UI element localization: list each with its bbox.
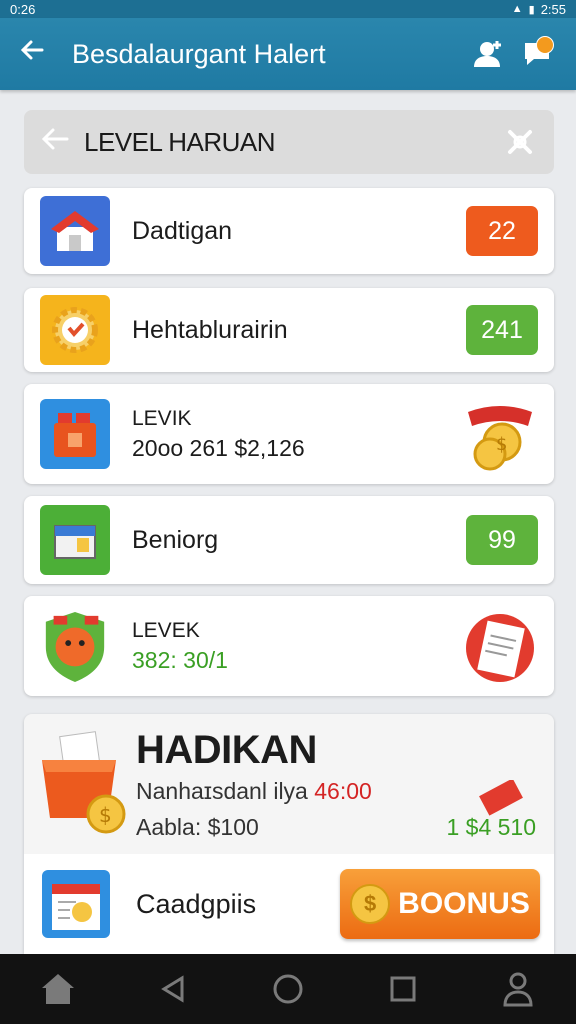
bonus-row: Caadgpiis $ BOONUS	[24, 854, 554, 954]
status-icons: ▲ ▮ 2:55	[512, 2, 566, 17]
ticket-icon	[476, 778, 526, 816]
status-bar: 0:26 ▲ ▮ 2:55	[0, 0, 576, 18]
notification-badge	[536, 36, 554, 54]
back-button[interactable]	[143, 959, 203, 1019]
add-user-icon	[474, 41, 501, 67]
promo-amount: Aabla: $100	[136, 814, 259, 840]
promo-description-value: 46:00	[314, 778, 372, 804]
svg-text:$: $	[496, 434, 507, 455]
shopping-bag-icon	[40, 399, 110, 469]
home-button[interactable]	[28, 959, 88, 1019]
item-name: Beniorg	[132, 525, 219, 554]
navigation-bar	[0, 954, 576, 1024]
list-item[interactable]: Beniorg 99	[24, 496, 554, 584]
signal-icon: ▲	[511, 3, 523, 15]
basket-coin-icon: $	[36, 726, 128, 836]
item-name: Dadtigan	[132, 216, 233, 245]
section-title: LEVEL HARUAN	[84, 126, 276, 157]
promo-right-amount: 1 $4 510	[446, 814, 536, 840]
list-item[interactable]: Dadtigan 22	[24, 188, 554, 274]
app-bar: Besdalaurgant Halert	[0, 18, 576, 90]
status-time: 0:26	[10, 1, 36, 17]
promo-panel: $ HADIKAN Nanhaɪsdanl ilya 46:00 Aabla: …	[24, 714, 554, 954]
back-arrow-icon[interactable]	[18, 36, 58, 72]
promo-description: Nanhaɪsdanl ilya 46:00	[136, 778, 372, 805]
item-subtitle: 382: 30/1	[132, 646, 228, 673]
profile-button[interactable]	[488, 959, 548, 1019]
item-count-badge: 241	[466, 305, 538, 355]
coins-icon: $	[462, 396, 538, 472]
shield-pet-icon	[40, 611, 110, 682]
list-item[interactable]: LEVIK 20oo 261 $2,126 $	[24, 384, 554, 484]
item-count-badge: 99	[466, 515, 538, 565]
home-circle-button[interactable]	[258, 959, 318, 1019]
close-icon[interactable]	[502, 124, 538, 160]
item-title: LEVEK	[132, 618, 200, 642]
bonus-button[interactable]: $ BOONUS	[340, 869, 540, 939]
gear-clock-icon	[40, 295, 110, 365]
battery-icon: ▮	[528, 3, 535, 16]
app-title: Besdalaurgant Halert	[72, 38, 326, 69]
home-icon	[41, 974, 74, 1004]
house-icon	[40, 196, 110, 266]
svg-text:$: $	[99, 803, 112, 827]
chat-button[interactable]	[518, 34, 558, 74]
section-back-icon[interactable]	[40, 126, 84, 159]
item-title: LEVIK	[132, 406, 192, 430]
bonus-button-label: BOONUS	[398, 887, 530, 920]
user-icon	[503, 972, 533, 1007]
item-name: Hehtablurairin	[132, 315, 288, 344]
calendar-icon	[38, 866, 114, 942]
square-icon	[390, 976, 416, 1002]
promo-title: HADIKAN	[136, 728, 317, 772]
circle-icon	[273, 974, 303, 1004]
recents-button[interactable]	[373, 959, 433, 1019]
status-clock: 2:55	[540, 1, 566, 17]
coin-icon: $	[350, 884, 391, 924]
add-user-button[interactable]	[468, 34, 508, 74]
item-text: LEVIK 20oo 261 $2,126	[132, 407, 462, 462]
bonus-row-label: Caadgpiis	[136, 888, 257, 919]
item-text: LEVEK 382: 30/1	[132, 619, 462, 674]
document-icon	[462, 606, 538, 686]
back-triangle-icon	[160, 975, 184, 1003]
section-header: LEVEL HARUAN	[24, 110, 554, 174]
list-item[interactable]: LEVEK 382: 30/1	[24, 596, 554, 696]
item-count-badge: 22	[466, 206, 538, 256]
promo-summary: $ HADIKAN Nanhaɪsdanl ilya 46:00 Aabla: …	[24, 714, 554, 854]
item-subtitle: 20oo 261 $2,126	[132, 434, 305, 461]
list-item[interactable]: Hehtablurairin 241	[24, 288, 554, 372]
box-icon	[40, 505, 110, 575]
promo-description-text: Nanhaɪsdanl ilya	[136, 778, 308, 804]
